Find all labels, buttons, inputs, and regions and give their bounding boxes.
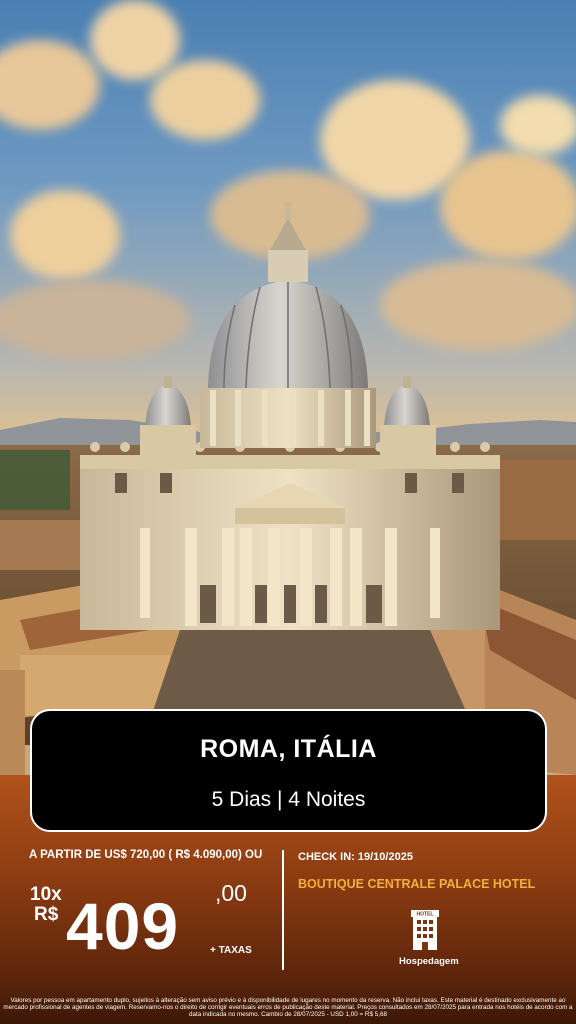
hotel-building-icon: HOTEL xyxy=(411,910,439,950)
lodging-label: Hospedagem xyxy=(399,956,459,967)
trip-duration: 5 Dias | 4 Noites xyxy=(211,788,366,811)
check-in-date: CHECK IN: 19/10/2025 xyxy=(298,851,413,863)
hotel-icon-text: HOTEL xyxy=(417,912,434,918)
destination-title: ROMA, ITÁLIA xyxy=(200,735,377,763)
destination-card: ROMA, ITÁLIA 5 Dias | 4 Noites xyxy=(30,709,547,832)
currency-symbol: R$ xyxy=(34,904,59,925)
installment-amount: 409 xyxy=(66,889,180,963)
installment-cents: ,00 xyxy=(215,880,247,906)
legal-disclaimer: Valores por pessoa em apartamento duplo,… xyxy=(3,997,573,1019)
vertical-divider xyxy=(282,850,284,970)
taxes-note: + TAXAS xyxy=(210,945,252,956)
price-from-text: A PARTIR DE US$ 720,00 ( R$ 4.090,00) OU xyxy=(29,849,263,861)
hotel-name: BOUTIQUE CENTRALE PALACE HOTEL xyxy=(298,877,536,891)
installments-count: 10x xyxy=(30,884,62,905)
